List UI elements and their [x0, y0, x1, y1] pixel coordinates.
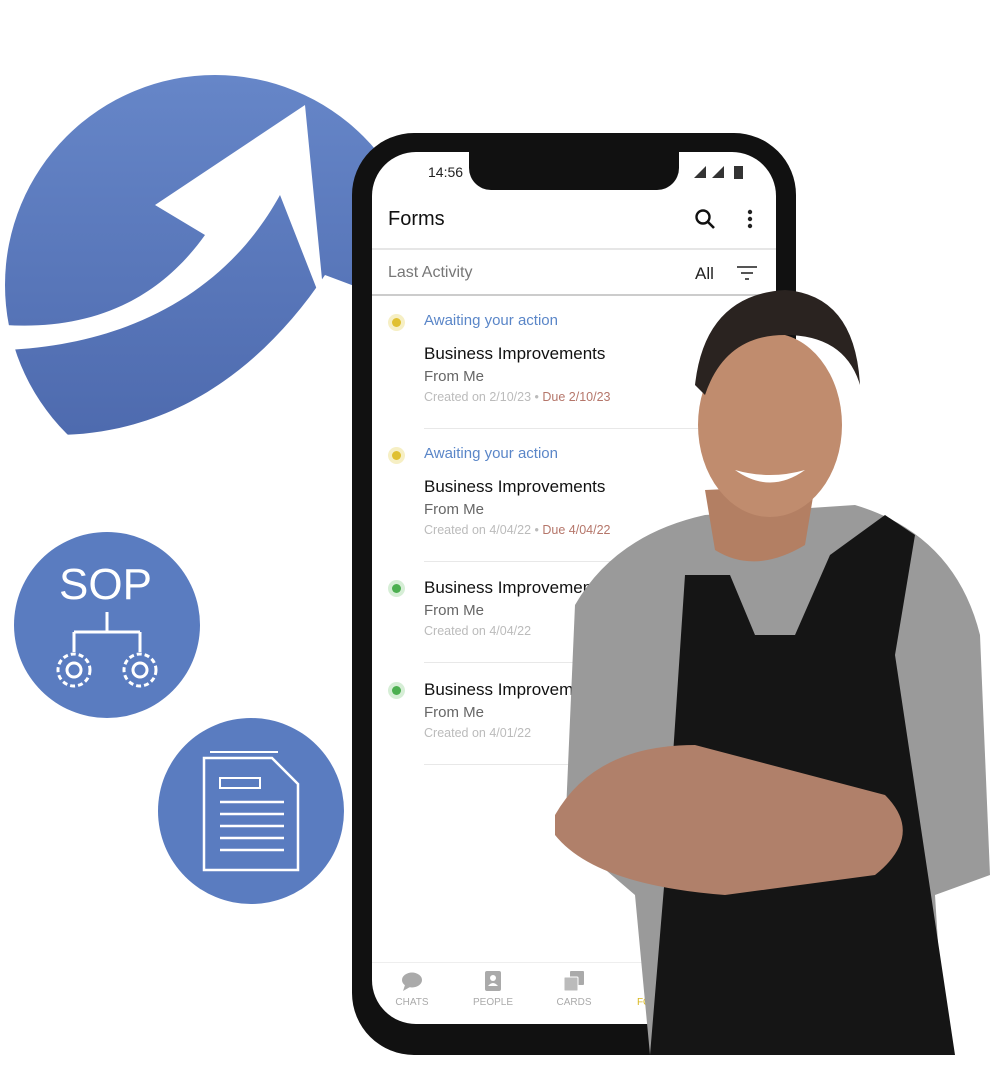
divider: [372, 248, 776, 250]
page-title: Forms: [388, 208, 445, 230]
tab-chats[interactable]: CHATS: [377, 971, 447, 1008]
item-from: From Me: [424, 501, 484, 518]
status-dot: [392, 318, 401, 327]
notch: [469, 152, 679, 190]
growth-arrow-logo: [5, 75, 405, 500]
chat-icon: [402, 972, 422, 991]
tab-label: CHATS: [395, 997, 429, 1008]
signal-battery-icon: [694, 166, 743, 179]
item-created: Created on 4/01/22: [424, 726, 532, 740]
status-dot: [392, 584, 401, 593]
status-time: 14:56: [428, 164, 464, 180]
item-created: Created on 4/04/22: [424, 523, 532, 537]
item-created: Created on 2/10/23: [424, 390, 532, 404]
item-status: Awaiting your action: [424, 312, 558, 329]
item-created: Created on 4/04/22: [424, 624, 532, 638]
search-icon[interactable]: [694, 208, 716, 230]
sop-badge: SOP: [14, 532, 200, 718]
item-from: From Me: [424, 368, 484, 385]
status-dot: [392, 451, 401, 460]
more-vertical-icon[interactable]: [746, 208, 754, 230]
item-from: From Me: [424, 602, 484, 619]
status-dot: [392, 686, 401, 695]
tab-label: PEOPLE: [472, 997, 514, 1008]
item-from: From Me: [424, 704, 484, 721]
tab-people[interactable]: PEOPLE: [458, 971, 528, 1008]
contacts-icon: [485, 971, 501, 991]
sort-label[interactable]: Last Activity: [388, 264, 472, 282]
item-status: Awaiting your action: [424, 445, 558, 462]
gears-icon: [56, 612, 158, 688]
document-icon: [202, 751, 300, 872]
sop-label: SOP: [59, 560, 152, 609]
person-photo: [555, 290, 990, 1055]
document-badge: [158, 718, 344, 904]
